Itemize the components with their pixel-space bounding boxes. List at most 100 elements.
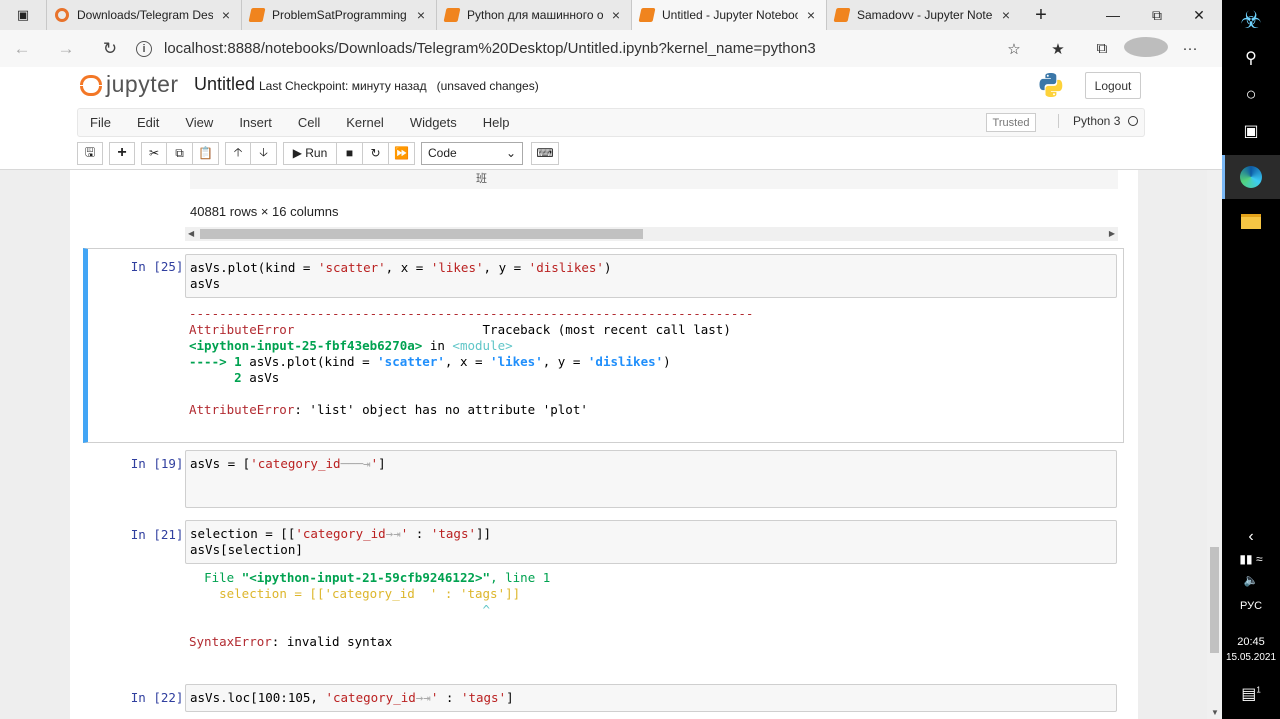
code-cell-19[interactable]: In [19]: asVs = ['category_id───⇥'] (83, 448, 1124, 510)
menu-help[interactable]: Help (471, 115, 522, 130)
browser-tab-problemsat[interactable]: ProblemSatProgramming - × (241, 0, 436, 30)
menu-kernel[interactable]: Kernel (334, 115, 396, 130)
profile-avatar[interactable] (1124, 36, 1168, 61)
refresh-icon[interactable]: ↻ (88, 39, 132, 59)
scroll-right-icon[interactable]: ▶ (1109, 227, 1115, 241)
jupyter-logo[interactable]: jupyter (80, 71, 179, 98)
kernel-indicator: Python 3 (1058, 114, 1139, 128)
minimize-icon[interactable]: — (1090, 0, 1136, 30)
notifications-icon[interactable]: ▤1 (1222, 684, 1280, 704)
cell-input[interactable]: asVs = ['category_id───⇥'] (185, 450, 1117, 508)
tab-actions-icon[interactable]: ▣ (0, 0, 46, 30)
collections-icon[interactable]: ⧉ (1080, 40, 1124, 57)
fast-forward-icon[interactable]: ⏩ (389, 141, 415, 165)
run-button[interactable]: ▶ Run (283, 141, 337, 165)
favorites-icon[interactable]: ★ (1036, 40, 1080, 58)
menu-insert[interactable]: Insert (227, 115, 284, 130)
cut-icon[interactable]: ✂ (141, 141, 167, 165)
scroll-left-icon[interactable]: ◀ (188, 227, 194, 241)
unsaved-text: (unsaved changes) (436, 79, 539, 93)
scroll-down-icon[interactable]: ▼ (1211, 708, 1219, 717)
move-up-icon[interactable]: 🡡 (225, 141, 251, 165)
error-message: invalid syntax (286, 634, 393, 649)
clock-time[interactable]: 20:45 (1222, 636, 1280, 648)
code-cell-22[interactable]: In [22]: asVs.loc[100:105, 'category_id→… (83, 682, 1124, 719)
browser-tab-python-ml[interactable]: Python для машинного обучения × (436, 0, 631, 30)
save-icon[interactable]: 🖫 (77, 141, 103, 165)
close-window-icon[interactable]: ✕ (1176, 0, 1222, 30)
cell-prompt: In [19]: (130, 456, 191, 471)
scrollbar-thumb[interactable] (200, 229, 643, 239)
jupyter-logo-icon (80, 72, 102, 98)
checkpoint-text: Last Checkpoint: минуту назад (259, 79, 427, 93)
menu-view[interactable]: View (173, 115, 225, 130)
search-icon[interactable]: ⚲ (1222, 44, 1280, 72)
input-language[interactable]: РУС (1222, 600, 1280, 612)
cell-input[interactable]: asVs.plot(kind = 'scatter', x = 'likes',… (185, 254, 1117, 298)
keyboard-icon[interactable]: ⌨ (531, 141, 559, 165)
menu-cell[interactable]: Cell (286, 115, 332, 130)
traceback-module: <module> (452, 338, 513, 353)
code-line: selection = [['category_id→⇥' : 'tags']] (190, 526, 492, 541)
address-bar: ← → ↻ i localhost:8888/notebooks/Downloa… (0, 30, 1222, 67)
url-text: localhost:8888/notebooks/Downloads/Teleg… (164, 40, 816, 57)
code-cell-21[interactable]: In [21]: selection = [['category_id→⇥' :… (83, 518, 1124, 678)
close-tab-icon[interactable]: × (609, 7, 623, 23)
code-line: asVs = ['category_id───⇥'] (190, 456, 386, 471)
output-glyph: 班 (476, 173, 487, 185)
cortana-icon[interactable]: ○ (1222, 80, 1280, 108)
battery-network-icon[interactable]: ▮▮ ≈ (1222, 552, 1280, 566)
browser-tab-samadovv[interactable]: Samadovv - Jupyter Notebook × (826, 0, 1021, 30)
cell-prompt: In [22]: (130, 690, 191, 705)
menu-file[interactable]: File (78, 115, 123, 130)
error-name: AttributeError (189, 402, 295, 417)
more-options-icon[interactable]: ··· (1168, 40, 1212, 57)
browser-tab-downloads[interactable]: Downloads/Telegram Desktop × (46, 0, 241, 30)
cell-prompt: In [25]: (130, 259, 191, 274)
file-explorer-icon[interactable] (1222, 207, 1280, 235)
notebook-name[interactable]: Untitled (194, 74, 255, 95)
cell-type-select[interactable]: Code ⌄ (421, 141, 523, 165)
error-message: 'list' object has no attribute 'plot' (309, 402, 588, 417)
copy-icon[interactable]: ⧉ (167, 141, 193, 165)
jupyter-icon (638, 8, 656, 22)
forward-icon[interactable]: → (44, 39, 88, 59)
code-cell-25[interactable]: In [25]: asVs.plot(kind = 'scatter', x =… (83, 248, 1124, 443)
horizontal-scrollbar[interactable]: ◀ ▶ (185, 227, 1118, 241)
close-tab-icon[interactable]: × (414, 7, 428, 23)
stop-icon[interactable]: ■ (337, 141, 363, 165)
show-hidden-icons-icon[interactable]: ‹ (1222, 528, 1280, 546)
back-icon[interactable]: ← (0, 39, 44, 59)
cell-input[interactable]: asVs.loc[100:105, 'category_id→⇥' : 'tag… (185, 684, 1117, 712)
syntax-file-line: File "<ipython-input-21-59cfb9246122>", … (204, 570, 551, 585)
task-view-icon[interactable]: ▣ (1222, 117, 1280, 145)
error-name: SyntaxError (189, 634, 272, 649)
menu-edit[interactable]: Edit (125, 115, 171, 130)
restart-icon[interactable]: ↻ (363, 141, 389, 165)
info-icon[interactable]: i (136, 40, 152, 57)
new-tab-button[interactable]: + (1021, 0, 1061, 30)
logout-button[interactable]: Logout (1085, 72, 1141, 99)
close-tab-icon[interactable]: × (999, 7, 1013, 23)
vertical-scrollbar[interactable]: ▼ (1207, 170, 1222, 719)
paste-icon[interactable]: 📋 (193, 141, 219, 165)
scrollbar-thumb[interactable] (1210, 547, 1219, 653)
trusted-indicator[interactable]: Trusted (986, 113, 1036, 132)
menu-widgets[interactable]: Widgets (398, 115, 469, 130)
close-tab-icon[interactable]: × (219, 7, 233, 23)
start-biohazard-icon[interactable]: ☣ (1222, 3, 1280, 37)
add-favorite-icon[interactable]: ☆ (992, 40, 1036, 58)
url-field[interactable]: i localhost:8888/notebooks/Downloads/Tel… (136, 40, 992, 57)
close-tab-icon[interactable]: × (804, 7, 818, 23)
cell-prompt: In [21]: (130, 527, 191, 542)
kernel-name: Python 3 (1073, 114, 1121, 128)
cell-input[interactable]: selection = [['category_id→⇥' : 'tags']]… (185, 520, 1117, 564)
restore-icon[interactable]: ⧉ (1134, 0, 1180, 30)
edge-icon[interactable] (1222, 163, 1280, 191)
volume-icon[interactable]: 🔈 (1222, 573, 1280, 587)
move-down-icon[interactable]: 🡣 (251, 141, 277, 165)
clock-date[interactable]: 15.05.2021 (1222, 652, 1280, 663)
insert-cell-icon[interactable]: + (109, 141, 135, 165)
syntax-code-line: selection = [['category_id ' : 'tags']] (219, 586, 521, 601)
browser-tab-untitled[interactable]: Untitled - Jupyter Notebook × (631, 0, 826, 30)
